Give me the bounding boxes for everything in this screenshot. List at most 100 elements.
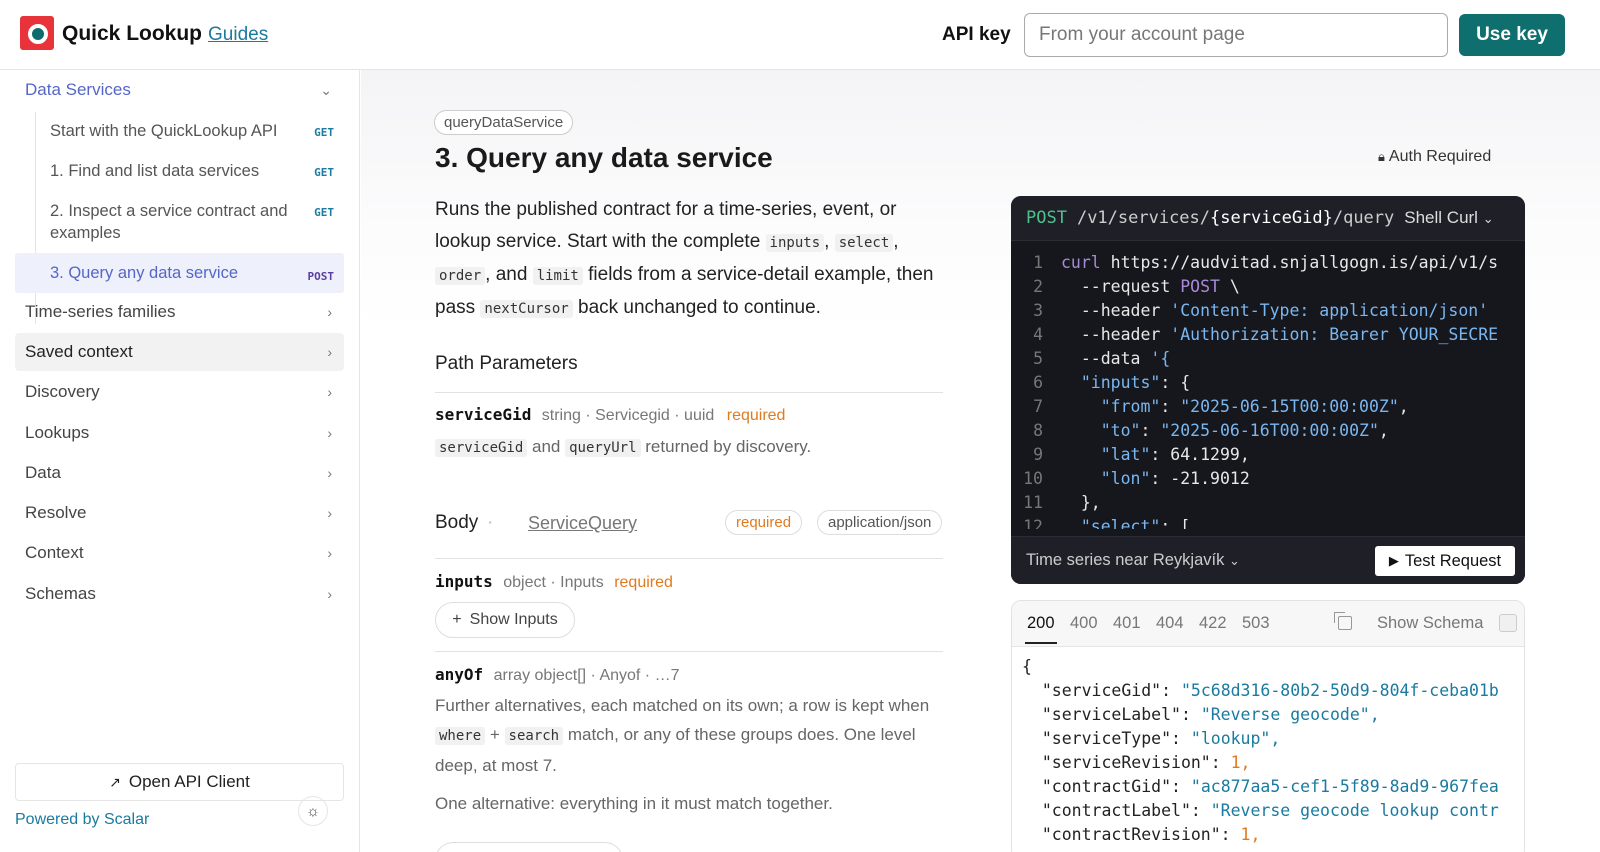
param-name: anyOf xyxy=(435,665,484,684)
sidebar-item-label: Discovery xyxy=(25,382,100,401)
endpoint-path: /v1/services/{serviceGid}/query xyxy=(1077,208,1394,228)
description-text: , xyxy=(893,231,899,252)
show-schema-checkbox[interactable] xyxy=(1499,614,1517,632)
divider xyxy=(435,558,943,559)
tab-503[interactable]: 503 xyxy=(1242,614,1270,633)
sidebar-item-label: Time-series families xyxy=(25,302,176,321)
inline-code: select xyxy=(834,234,894,252)
sidebar-item-start[interactable]: Start with the QuickLookup API GET xyxy=(36,120,344,142)
sidebar-item-data[interactable]: Data › xyxy=(15,454,344,492)
top-bar: Quick Lookup Guides API key Use key xyxy=(0,0,1600,70)
test-request-button[interactable]: ▶ Test Request xyxy=(1375,546,1515,576)
tab-404[interactable]: 404 xyxy=(1156,614,1184,633)
open-api-client-button[interactable]: ↗ Open API Client xyxy=(15,763,344,801)
param-name: inputs xyxy=(435,572,493,591)
code-line: 9 "lat": 64.1299, xyxy=(1011,443,1525,467)
inline-code: where xyxy=(435,727,486,745)
json-value: "5c68d316-80b2-50d9-804f-ceba01b xyxy=(1180,681,1499,700)
sidebar-item-lookups[interactable]: Lookups › xyxy=(15,414,344,452)
line-number: 12 xyxy=(1023,517,1043,529)
operation-description: Runs the published contract for a time-s… xyxy=(435,194,955,325)
tab-400[interactable]: 400 xyxy=(1070,614,1098,633)
code-block: 1 curl https://audvitad.snjallgogn.is/api… xyxy=(1011,251,1525,529)
service-query-schema-link[interactable]: ServiceQuery xyxy=(528,513,637,534)
collapsed-button-edge[interactable] xyxy=(435,842,623,852)
required-label: required xyxy=(726,407,786,424)
body-separator: · xyxy=(487,512,494,533)
json-key: "serviceRevision": xyxy=(1022,753,1231,772)
sidebar-item-inspect[interactable]: 2. Inspect a service contract and exampl… xyxy=(36,200,344,244)
guides-link[interactable]: Guides xyxy=(208,24,268,46)
inline-code: inputs xyxy=(765,234,825,252)
method-badge: POST xyxy=(307,270,335,283)
code-text: --request POST \ xyxy=(1061,277,1240,296)
copy-icon[interactable] xyxy=(1334,612,1352,630)
response-tabs: 200 400 401 404 422 503 Show Schema xyxy=(1012,601,1524,647)
sidebar-item-discovery[interactable]: Discovery › xyxy=(15,373,344,411)
json-line: "serviceGid": "5c68d316-80b2-50d9-804f-c… xyxy=(1022,679,1499,703)
description-text: , xyxy=(824,231,835,252)
body-heading: Body xyxy=(435,512,479,533)
description-text: + xyxy=(485,725,505,744)
use-key-button[interactable]: Use key xyxy=(1459,14,1565,56)
request-header: POST /v1/services/{serviceGid}/query She… xyxy=(1011,196,1525,241)
app-name[interactable]: Quick Lookup xyxy=(62,22,202,46)
api-key-input[interactable] xyxy=(1024,13,1448,57)
code-line: 7 "from": "2025-06-15T00:00:00Z", xyxy=(1011,395,1525,419)
sidebar-item-time-series[interactable]: Time-series families › xyxy=(15,293,344,331)
operation-id-badge: queryDataService xyxy=(434,110,574,135)
line-number: 1 xyxy=(1033,253,1043,272)
play-icon: ▶ xyxy=(1388,553,1399,568)
required-label: required xyxy=(614,574,673,591)
method-badge: GET xyxy=(314,166,334,179)
line-number: 5 xyxy=(1033,349,1043,368)
sidebar-section-data-services[interactable]: Data Services ⌄ xyxy=(15,71,344,109)
powered-by-link[interactable]: Powered by Scalar xyxy=(15,811,149,829)
code-text: }, xyxy=(1061,493,1101,512)
chevron-down-icon: ⌄ xyxy=(1482,211,1494,226)
param-meta: string · Servicegid · uuid xyxy=(541,407,715,424)
line-number: 2 xyxy=(1033,277,1043,296)
json-line: "contractRevision": 1, xyxy=(1022,823,1261,847)
param-description: Further alternatives, each matched on it… xyxy=(435,691,945,780)
line-number: 4 xyxy=(1033,325,1043,344)
sidebar-item-find[interactable]: 1. Find and list data services GET xyxy=(36,160,344,182)
quick-lookup-logo-icon[interactable] xyxy=(20,16,54,50)
tab-422[interactable]: 422 xyxy=(1199,614,1227,633)
code-line: 5 --data '{ xyxy=(1011,347,1525,371)
sidebar-section-label: Data Services xyxy=(25,80,131,99)
divider xyxy=(435,392,943,393)
api-key-label: API key xyxy=(942,24,1011,45)
content-type-badge: application/json xyxy=(817,510,943,535)
json-value: "ac877aa5-cef1-5f89-8ad9-967fea xyxy=(1190,777,1499,796)
theme-toggle-sun-icon[interactable]: ☼ xyxy=(298,796,328,826)
tab-401[interactable]: 401 xyxy=(1113,614,1141,633)
show-inputs-button[interactable]: + Show Inputs xyxy=(435,602,575,638)
sidebar-item-context[interactable]: Context › xyxy=(15,534,344,572)
code-text: "from": "2025-06-15T00:00:00Z", xyxy=(1100,397,1409,416)
sidebar-item-resolve[interactable]: Resolve › xyxy=(15,494,344,532)
inline-code: limit xyxy=(532,267,583,285)
plus-icon: + xyxy=(452,611,462,628)
example-select[interactable]: Time series near Reykjavík ⌄ xyxy=(1026,551,1240,570)
code-line: 2 --request POST \ xyxy=(1011,275,1525,299)
json-key: { xyxy=(1022,657,1032,676)
lock-icon: 🔒︎ xyxy=(1378,149,1385,164)
json-key: "contractRevision": xyxy=(1022,825,1241,844)
inline-code: serviceGid xyxy=(435,439,528,457)
json-value: "Reverse geocode", xyxy=(1200,705,1380,724)
inline-code: nextCursor xyxy=(480,300,573,318)
sidebar-item-schemas[interactable]: Schemas › xyxy=(15,575,344,613)
language-select[interactable]: Shell Curl ⌄ xyxy=(1404,208,1493,228)
json-key: "serviceLabel": xyxy=(1022,705,1201,724)
sidebar-item-saved-context[interactable]: Saved context › xyxy=(15,333,344,371)
line-number: 3 xyxy=(1033,301,1043,320)
line-number: 11 xyxy=(1023,493,1043,512)
line-number: 9 xyxy=(1033,445,1043,464)
tab-200[interactable]: 200 xyxy=(1025,614,1057,644)
description-text: Further alternatives, each matched on it… xyxy=(435,696,930,715)
path-parameter: {serviceGid} xyxy=(1210,208,1333,228)
sidebar-item-query[interactable]: 3. Query any data service POST xyxy=(15,253,344,293)
method-badge: GET xyxy=(314,126,334,139)
show-schema-label[interactable]: Show Schema xyxy=(1377,614,1483,633)
